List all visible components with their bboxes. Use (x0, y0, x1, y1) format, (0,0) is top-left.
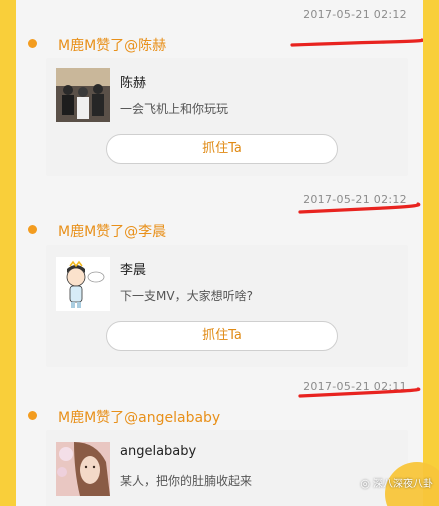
card-text: 一会飞机上和你玩玩 (120, 102, 229, 116)
wechat-icon: ◎ (360, 477, 370, 490)
like-action-text: M鹿M赞了@陈赫 (58, 38, 167, 54)
watermark-text: 深八深夜八卦 (373, 479, 433, 490)
timestamp: 2017-05-21 02:12 (303, 8, 407, 21)
card-name: angelababy (120, 444, 197, 459)
timestamp: 2017-05-21 02:11 (303, 380, 407, 393)
profile-card[interactable]: 李晨 下一支MV，大家想听啥? 抓住Ta (46, 245, 408, 367)
like-action-text: M鹿M赞了@李晨 (58, 224, 167, 240)
card-name: 陈赫 (120, 76, 147, 91)
profile-card[interactable]: angelababy 某人，把你的肚腩收起来 (46, 430, 408, 506)
feed-item: 2017-05-21 02:12 M鹿M赞了@李晨 李晨 下一支MV，大家想听啥… (16, 185, 423, 375)
like-action-text: M鹿M赞了@angelababy (58, 410, 221, 426)
activity-feed: 2017-05-21 02:12 M鹿M赞了@陈赫 陈赫 一会飞机上和你玩玩 抓… (16, 0, 423, 506)
timeline-dot (28, 225, 37, 234)
watermark: ◎ 深八深夜八卦 (360, 475, 433, 490)
avatar[interactable] (56, 257, 110, 311)
catch-button[interactable]: 抓住Ta (106, 321, 338, 351)
card-name: 李晨 (120, 263, 147, 278)
avatar[interactable] (56, 68, 110, 122)
avatar[interactable] (56, 442, 110, 496)
timeline-dot (28, 39, 37, 48)
timestamp: 2017-05-21 02:12 (303, 193, 407, 206)
timeline-dot (28, 411, 37, 420)
card-text: 某人，把你的肚腩收起来 (120, 474, 253, 488)
feed-item: 2017-05-21 02:12 M鹿M赞了@陈赫 陈赫 一会飞机上和你玩玩 抓… (16, 0, 423, 185)
card-text: 下一支MV，大家想听啥? (120, 289, 253, 303)
profile-card[interactable]: 陈赫 一会飞机上和你玩玩 抓住Ta (46, 58, 408, 176)
catch-button[interactable]: 抓住Ta (106, 134, 338, 164)
